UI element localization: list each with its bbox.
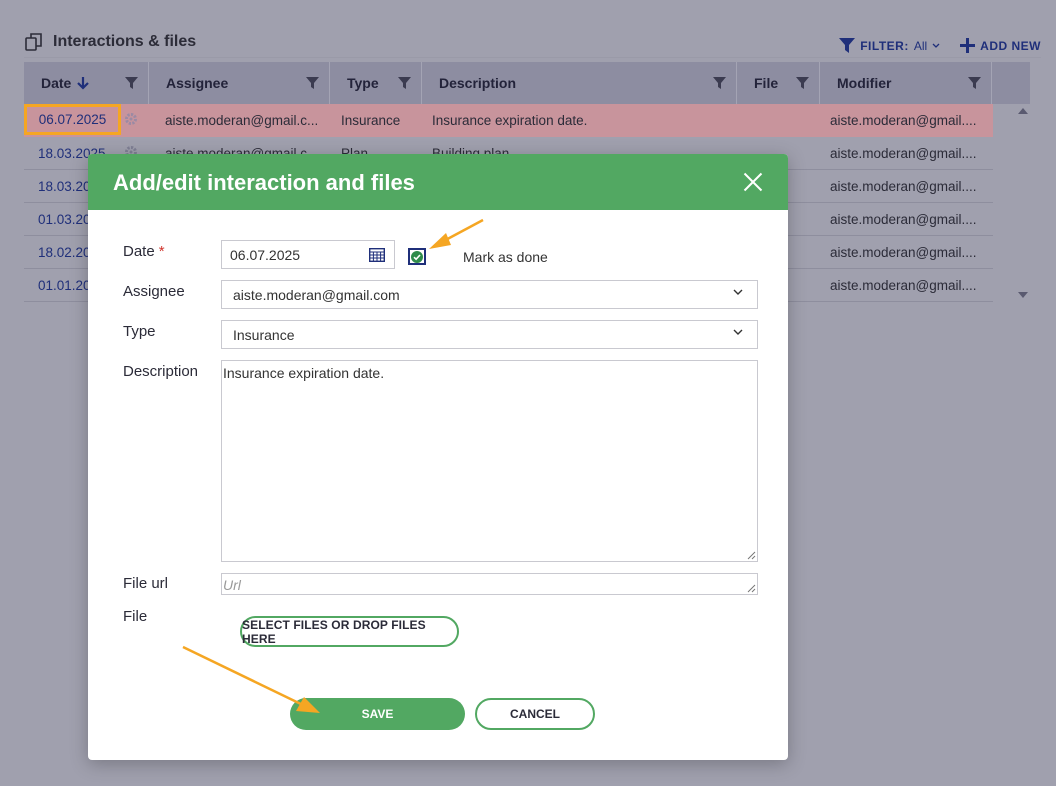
row-date[interactable]: 06.07.2025 bbox=[24, 104, 121, 135]
checkmark-icon bbox=[411, 250, 423, 263]
column-label: Description bbox=[439, 75, 517, 91]
page-header: Interactions & files FILTER: All ADD NEW bbox=[24, 32, 1041, 58]
toolbar: FILTER: All ADD NEW bbox=[839, 38, 1041, 53]
assignee-select[interactable]: aiste.moderan@gmail.com bbox=[221, 280, 758, 309]
row-description: Insurance expiration date. bbox=[432, 113, 588, 128]
files-icon bbox=[25, 33, 42, 51]
assignee-value: aiste.moderan@gmail.com bbox=[233, 287, 400, 303]
filter-icon[interactable] bbox=[796, 77, 809, 89]
scroll-up-arrow[interactable] bbox=[1018, 108, 1028, 114]
row-date[interactable]: 18.03.20 bbox=[38, 179, 91, 194]
calendar-icon[interactable] bbox=[369, 248, 385, 262]
row-date[interactable]: 01.03.20 bbox=[38, 212, 91, 227]
column-header-assignee[interactable]: Assignee bbox=[149, 62, 330, 104]
row-type: Insurance bbox=[341, 113, 401, 128]
filter-value: All bbox=[913, 38, 928, 53]
column-header-modifier[interactable]: Modifier bbox=[820, 62, 992, 104]
filter-icon[interactable] bbox=[713, 77, 726, 89]
mark-as-done-label: Mark as done bbox=[463, 249, 548, 265]
resize-handle-icon[interactable] bbox=[747, 584, 756, 593]
assignee-label: Assignee bbox=[123, 283, 185, 300]
column-header-type[interactable]: Type bbox=[330, 62, 422, 104]
type-value: Insurance bbox=[233, 327, 295, 343]
add-new-label: ADD NEW bbox=[980, 38, 1041, 53]
filter-label: FILTER: bbox=[860, 38, 909, 53]
resize-handle-icon[interactable] bbox=[747, 551, 756, 560]
gear-icon[interactable] bbox=[124, 112, 138, 129]
column-header-file[interactable]: File bbox=[737, 62, 820, 104]
sort-down-icon bbox=[77, 76, 90, 90]
row-modifier: aiste.moderan@gmail.... bbox=[830, 179, 977, 194]
column-label: Type bbox=[347, 75, 379, 91]
save-button[interactable]: SAVE bbox=[290, 698, 465, 730]
column-header-date[interactable]: Date bbox=[24, 62, 149, 104]
row-modifier: aiste.moderan@gmail.... bbox=[830, 278, 977, 293]
chevron-down-icon bbox=[733, 289, 743, 295]
add-new-button[interactable]: ADD NEW bbox=[960, 38, 1041, 53]
mark-as-done-checkbox[interactable] bbox=[408, 248, 426, 265]
column-label: Assignee bbox=[166, 75, 229, 91]
row-modifier: aiste.moderan@gmail.... bbox=[830, 146, 977, 161]
date-label: Date * bbox=[123, 243, 165, 260]
grid-header: Date Assignee Type Description File Modi… bbox=[24, 62, 1030, 104]
column-label: Date bbox=[41, 75, 72, 91]
page-title: Interactions & files bbox=[24, 32, 196, 52]
edit-interaction-dialog: Add/edit interaction and files Date* Mar… bbox=[88, 154, 788, 760]
scroll-down-arrow[interactable] bbox=[1018, 292, 1028, 298]
required-marker: * bbox=[158, 243, 165, 260]
description-value: Insurance expiration date. bbox=[223, 365, 385, 381]
row-assignee: aiste.moderan@gmail.c... bbox=[165, 113, 319, 128]
page-title-text: Interactions & files bbox=[53, 33, 197, 50]
column-header-description[interactable]: Description bbox=[422, 62, 737, 104]
filter-icon[interactable] bbox=[125, 77, 138, 89]
filter-icon[interactable] bbox=[968, 77, 981, 89]
column-label: Modifier bbox=[837, 75, 892, 91]
type-label: Type bbox=[123, 323, 156, 340]
filter-icon bbox=[839, 38, 856, 53]
select-files-button[interactable]: SELECT FILES OR DROP FILES HERE bbox=[240, 616, 459, 647]
row-date[interactable]: 18.02.20 bbox=[38, 245, 91, 260]
date-picker[interactable] bbox=[221, 240, 395, 269]
row-modifier: aiste.moderan@gmail.... bbox=[830, 245, 977, 260]
file-url-placeholder: Url bbox=[223, 577, 241, 593]
description-label: Description bbox=[123, 363, 199, 380]
date-label-text: Date bbox=[123, 243, 155, 260]
chevron-down-icon bbox=[733, 329, 743, 335]
dialog-header: Add/edit interaction and files bbox=[88, 154, 788, 210]
filter-icon[interactable] bbox=[398, 77, 411, 89]
chevron-down-icon bbox=[932, 43, 940, 48]
plus-icon bbox=[960, 38, 976, 53]
file-url-input[interactable]: Url bbox=[221, 573, 758, 595]
row-date[interactable]: 01.01.20 bbox=[38, 278, 91, 293]
row-modifier: aiste.moderan@gmail.... bbox=[830, 113, 977, 128]
close-icon[interactable] bbox=[743, 172, 763, 192]
type-select[interactable]: Insurance bbox=[221, 320, 758, 349]
filter-icon[interactable] bbox=[306, 77, 319, 89]
file-url-label: File url bbox=[123, 575, 169, 592]
row-modifier: aiste.moderan@gmail.... bbox=[830, 212, 977, 227]
filter-button[interactable]: FILTER: All bbox=[839, 38, 940, 53]
column-label: File bbox=[754, 75, 779, 91]
cancel-button[interactable]: CANCEL bbox=[475, 698, 595, 730]
description-textarea[interactable]: Insurance expiration date. bbox=[221, 360, 758, 562]
date-input[interactable] bbox=[230, 247, 360, 263]
file-label: File bbox=[123, 608, 148, 625]
table-row[interactable]: 06.07.2025 aiste.moderan@gmail.c... Insu… bbox=[24, 104, 993, 137]
dialog-title: Add/edit interaction and files bbox=[113, 170, 415, 195]
